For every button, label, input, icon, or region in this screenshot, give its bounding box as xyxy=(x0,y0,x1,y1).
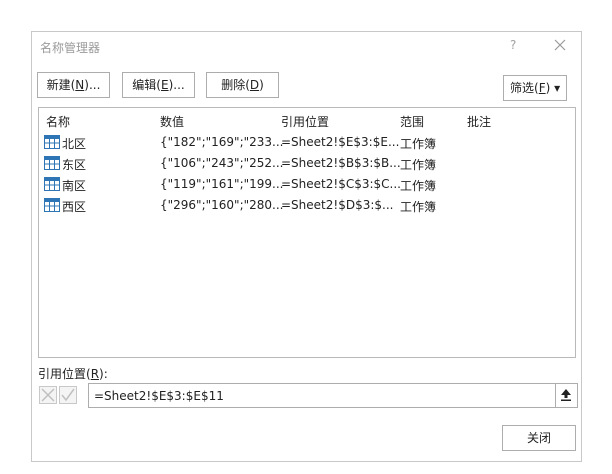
help-button[interactable]: ? xyxy=(510,38,516,52)
row-refers-to: =Sheet2!$C$3:$C... xyxy=(281,177,401,191)
edit-button[interactable]: 编辑(E)... xyxy=(122,72,195,98)
row-refers-to: =Sheet2!$D$3:$... xyxy=(281,198,394,212)
list-item[interactable]: 西区 {"296";"160";"280... =Sheet2!$D$3:$..… xyxy=(39,195,575,216)
close-button[interactable]: 关闭 xyxy=(502,425,576,451)
delete-button[interactable]: 删除(D) xyxy=(206,72,279,98)
row-name: 东区 xyxy=(62,158,87,172)
row-scope: 工作簿 xyxy=(400,158,437,172)
refers-to-input[interactable]: =Sheet2!$E$3:$E$11 xyxy=(88,383,578,408)
list-item[interactable]: 东区 {"106";"243";"252... =Sheet2!$B$3:$B.… xyxy=(39,153,575,174)
confirm-edit-button[interactable] xyxy=(59,386,77,404)
name-list[interactable]: 名称 数值 引用位置 范围 批注 北区 {"182";"169";"233...… xyxy=(38,107,576,358)
named-range-icon xyxy=(44,135,60,149)
filter-button[interactable]: 筛选(F) ▾ xyxy=(503,75,567,101)
named-range-icon xyxy=(44,177,60,191)
row-name: 北区 xyxy=(62,137,87,151)
row-value: {"106";"243";"252... xyxy=(160,156,284,170)
column-header-scope[interactable]: 范围 xyxy=(400,113,424,130)
row-value: {"182";"169";"233... xyxy=(160,135,284,149)
checkmark-icon xyxy=(61,388,75,402)
column-header-name[interactable]: 名称 xyxy=(46,113,70,130)
column-header-comment[interactable]: 批注 xyxy=(467,113,491,130)
dialog-title: 名称管理器 xyxy=(40,41,101,55)
close-icon[interactable] xyxy=(552,37,568,53)
cancel-x-icon xyxy=(41,388,55,402)
collapse-dialog-button[interactable] xyxy=(555,384,577,407)
column-header-refers-to[interactable]: 引用位置 xyxy=(281,113,329,130)
named-range-icon xyxy=(44,198,60,212)
row-refers-to: =Sheet2!$E$3:$E... xyxy=(281,135,400,149)
column-header-value[interactable]: 数值 xyxy=(160,113,184,130)
list-item[interactable]: 南区 {"119";"161";"199... =Sheet2!$C$3:$C.… xyxy=(39,174,575,195)
row-scope: 工作簿 xyxy=(400,179,437,193)
refers-to-label: 引用位置(R): xyxy=(38,367,108,381)
row-refers-to: =Sheet2!$B$3:$B... xyxy=(281,156,401,170)
row-scope: 工作簿 xyxy=(400,200,437,214)
refers-to-value: =Sheet2!$E$3:$E$11 xyxy=(94,389,224,403)
row-name: 南区 xyxy=(62,179,87,193)
upload-arrow-icon xyxy=(561,389,571,401)
named-range-icon xyxy=(44,156,60,170)
list-item[interactable]: 北区 {"182";"169";"233... =Sheet2!$E$3:$E.… xyxy=(39,132,575,153)
row-scope: 工作簿 xyxy=(400,137,437,151)
row-name: 西区 xyxy=(62,200,87,214)
row-value: {"296";"160";"280... xyxy=(160,198,284,212)
new-button[interactable]: 新建(N)... xyxy=(37,72,110,98)
cancel-edit-button[interactable] xyxy=(39,386,57,404)
row-value: {"119";"161";"199... xyxy=(160,177,284,191)
name-manager-dialog: 名称管理器 ? 新建(N)... 编辑(E)... 删除(D) 筛选(F) ▾ … xyxy=(31,31,582,462)
